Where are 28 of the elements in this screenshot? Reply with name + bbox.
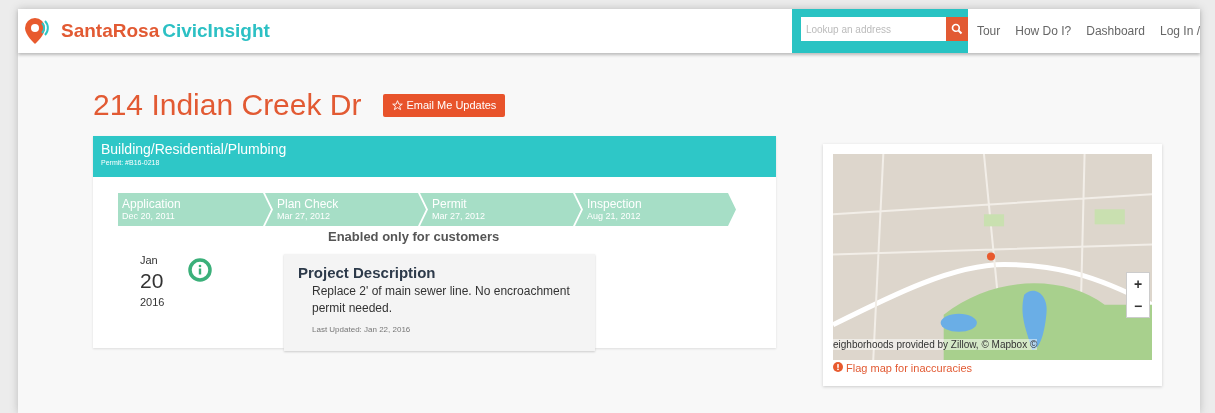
map-attribution: eighborhoods provided by Zillow, © Mapbox © [833,339,1038,350]
nav-link[interactable]: Tour [976,24,1001,38]
permit-type: Building/Residential/Plumbing [101,141,288,157]
event-month: Jan [140,254,159,266]
alert-icon [833,362,843,372]
star-icon [392,99,404,111]
last-updated: Last Updated: Jan 22, 2016 [312,325,412,334]
flag-map-link[interactable]: Flag map for inaccuracies [833,362,1152,374]
progress-step: Plan Check Mar 27, 2012 [265,193,426,226]
address-title: 214 Indian Creek Dr [93,88,362,122]
nav-link[interactable]: How Do I? [1015,24,1072,38]
info-icon [188,258,212,282]
search-button[interactable] [946,17,968,41]
event-year: 2016 [140,296,166,308]
map-pin-icon [22,16,52,46]
search-icon [951,23,963,35]
event-day: 20 [140,269,188,293]
nav-link[interactable]: Dashboard [1086,24,1145,38]
description-text: Replace 2' of main sewer line. No encroachment permit needed. [312,283,571,317]
search-field[interactable]: Lookup an address [800,17,947,41]
description-title: Project Description [298,264,437,281]
disabled-notice: Enabled only for customers [328,229,500,244]
progress-step: Application Dec 20, 2011 [118,193,271,226]
email-updates-button[interactable]: Email Me Updates [383,93,506,117]
logo-text[interactable]: SantaRosa [61,20,160,42]
progress-step: Permit Mar 27, 2012 [420,193,581,226]
nav-link[interactable]: Log In / [1159,24,1200,38]
progress-step: Inspection Aug 21, 2012 [575,193,736,226]
